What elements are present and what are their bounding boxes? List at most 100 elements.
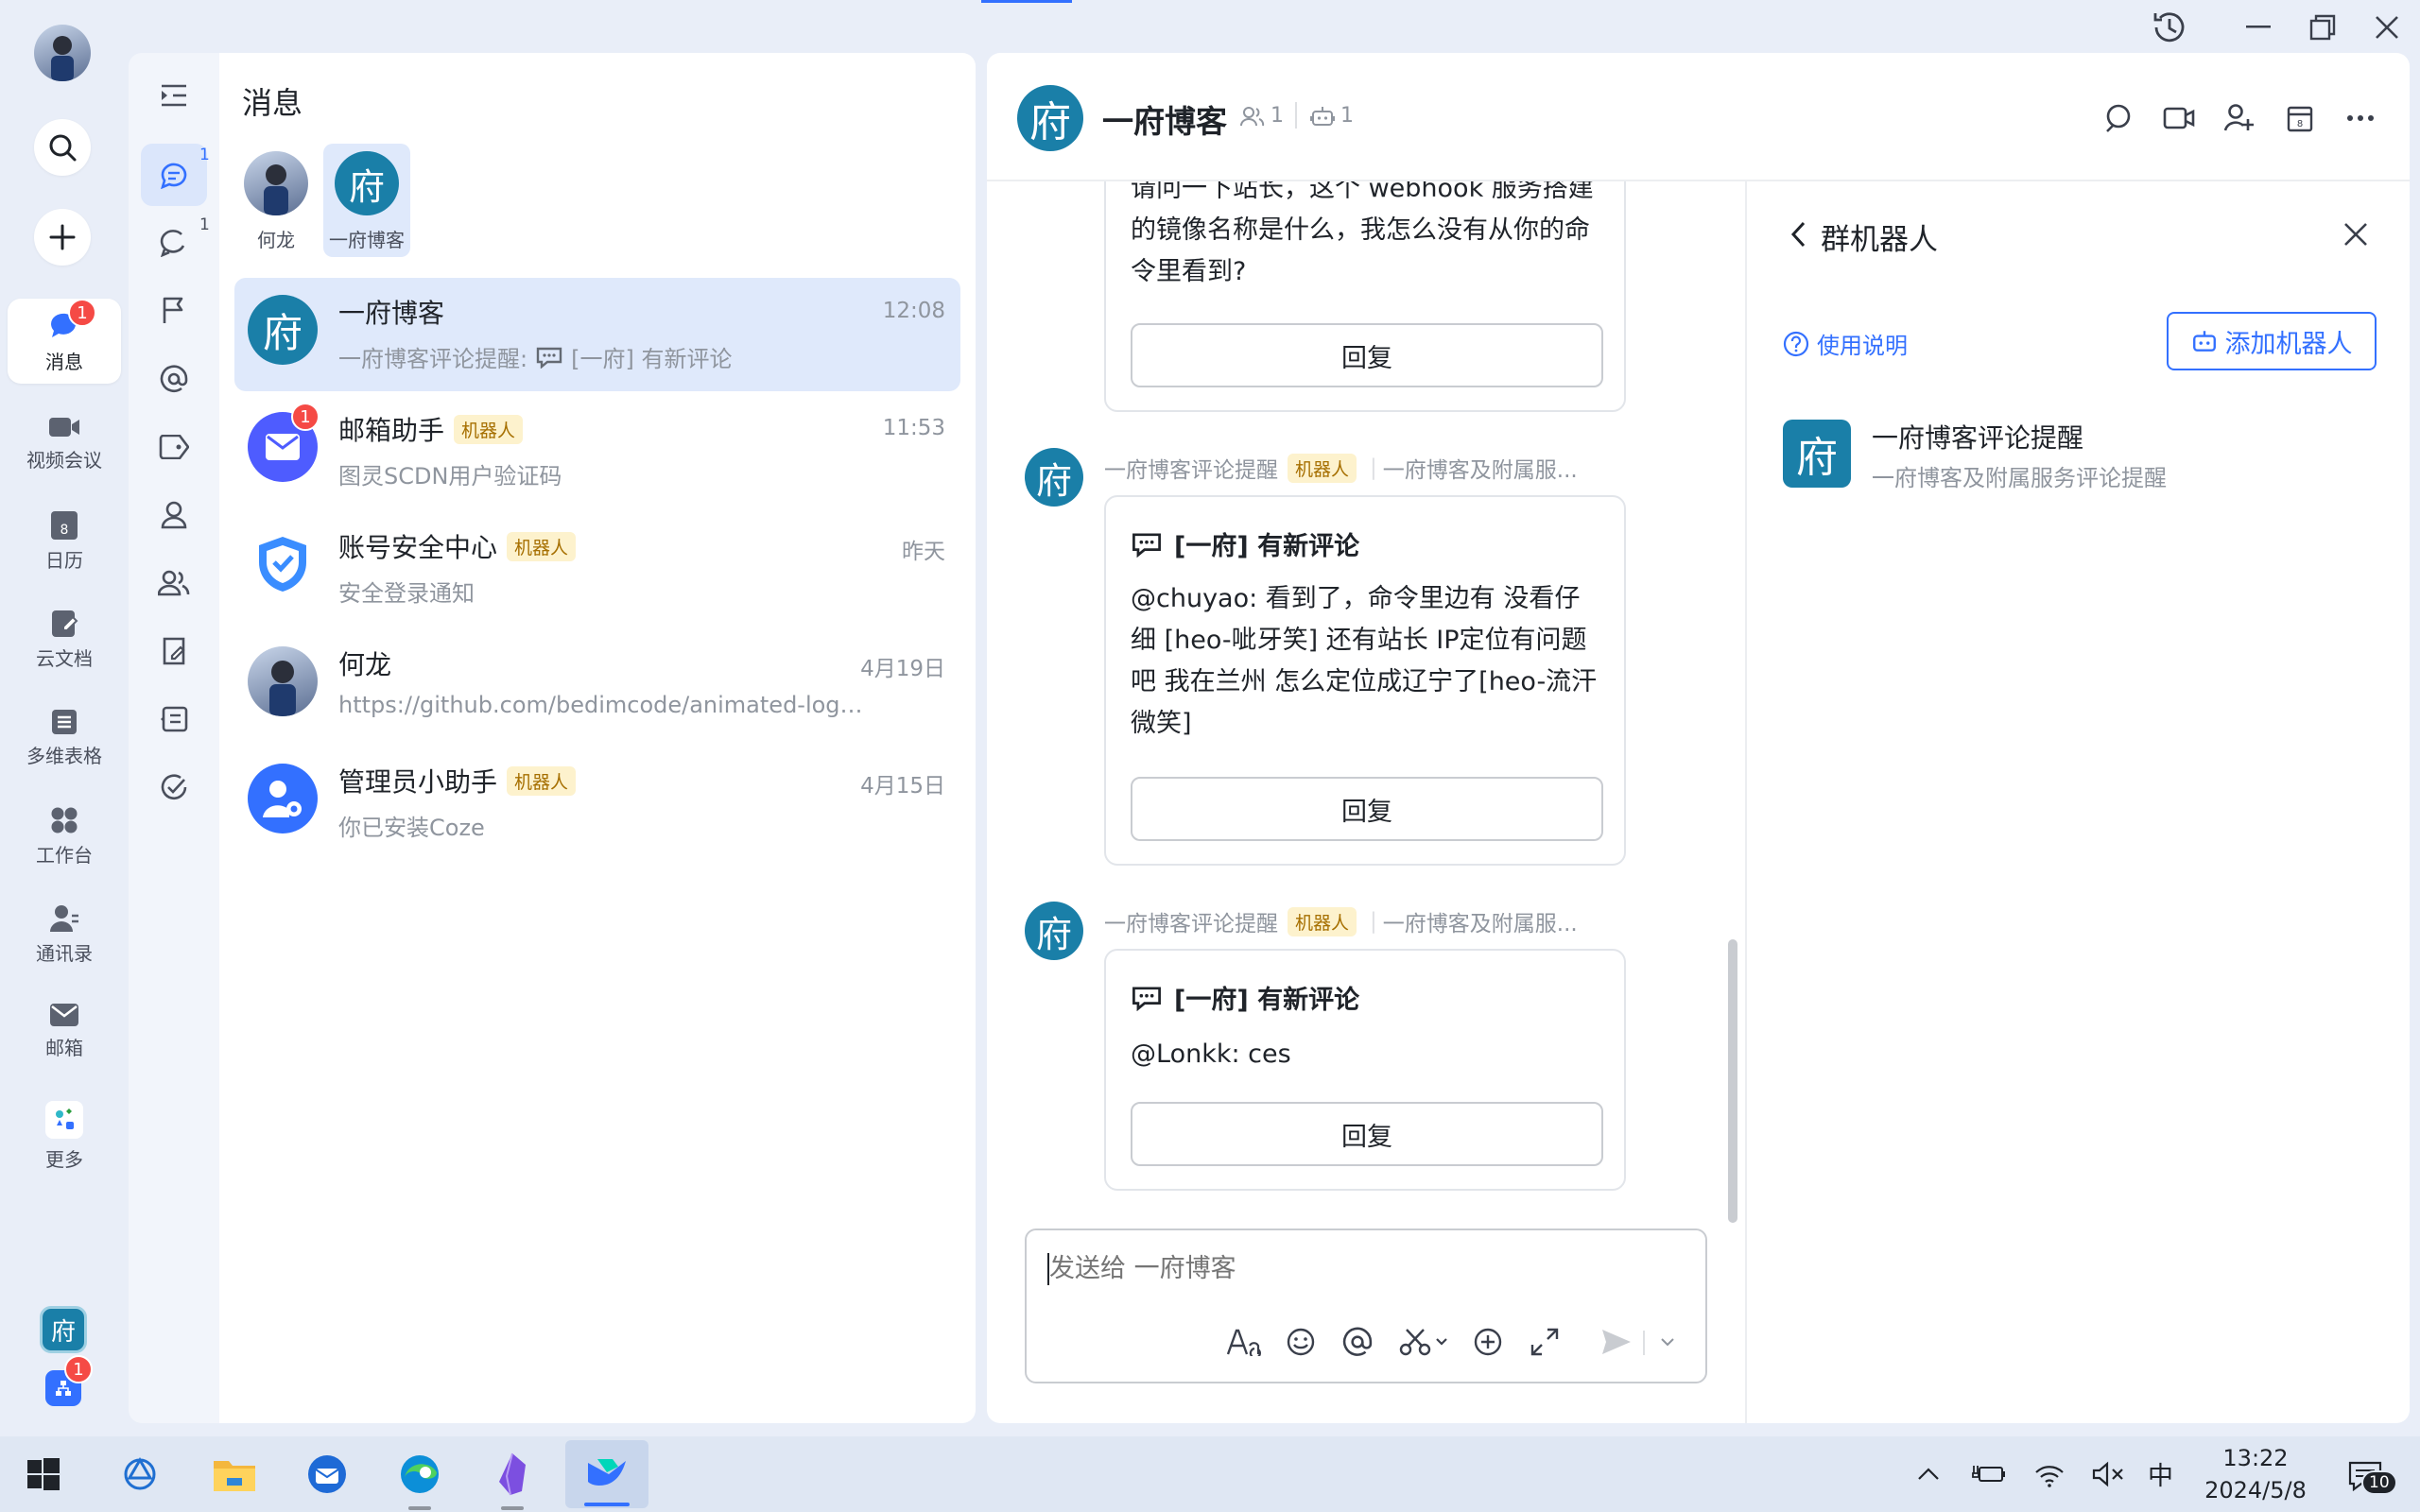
filter-docs[interactable] [141, 620, 207, 682]
emoji-button[interactable] [1280, 1321, 1322, 1363]
restore-button[interactable] [2299, 6, 2346, 49]
org-app-badge: 1 [64, 1355, 93, 1383]
conversation-panel: 消息 何龙 府 一府博客 府 一府博客 12:08 一府博客评论提醒: [一府]… [219, 53, 976, 1423]
member-count[interactable]: 1 [1240, 104, 1284, 128]
user-avatar[interactable] [34, 25, 91, 81]
conversation-item[interactable]: 账号安全中心 机器人 昨天 安全登录通知 [234, 512, 960, 626]
folder-icon [214, 1461, 255, 1491]
create-button[interactable] [34, 209, 91, 266]
reply-button[interactable]: 回复 [1131, 1102, 1603, 1166]
conversation-item[interactable]: 1 邮箱助手 机器人 11:53 图灵SCDN用户验证码 [234, 395, 960, 508]
sender-avatar[interactable]: 府 [1025, 902, 1083, 960]
history-button[interactable] [2146, 6, 2193, 49]
taskbar-obsidian[interactable] [482, 1444, 543, 1510]
tray-overflow-button[interactable] [1910, 1455, 1947, 1493]
nav-video-meeting[interactable]: 视频会议 [8, 401, 121, 486]
usage-guide-link[interactable]: 使用说明 [1783, 327, 1908, 360]
security-center-avatar [248, 529, 318, 599]
volume-muted-icon [2092, 1461, 2123, 1487]
format-text-button[interactable] [1223, 1321, 1265, 1363]
filter-single-chats[interactable] [141, 484, 207, 546]
system-clock[interactable]: 13:22 2024/5/8 [2199, 1442, 2312, 1506]
mention-button[interactable] [1337, 1321, 1378, 1363]
check-circle-icon [161, 774, 187, 800]
pinned-blog-app-icon[interactable]: 府 [40, 1306, 87, 1353]
nav-bitable[interactable]: 多维表格 [8, 696, 121, 781]
reply-button[interactable]: 回复 [1131, 777, 1603, 841]
tray-battery[interactable] [1968, 1455, 2010, 1493]
members-icon [1240, 106, 1265, 126]
conversation-item[interactable]: 府 一府博客 12:08 一府博客评论提醒: [一府] 有新评论 [234, 278, 960, 391]
sender-avatar[interactable]: 府 [1025, 448, 1083, 507]
collapse-sidebar-button[interactable] [141, 64, 207, 127]
pinned-org-app-icon[interactable]: 1 [45, 1355, 93, 1406]
filter-labels[interactable] [141, 416, 207, 478]
close-window-button[interactable] [2363, 6, 2411, 49]
minimize-button[interactable] [2235, 6, 2282, 49]
done-list-icon [161, 706, 188, 732]
nav-contacts[interactable]: 通讯录 [8, 892, 121, 977]
window-drag-indicator [981, 0, 1072, 3]
expand-editor-button[interactable] [1524, 1321, 1565, 1363]
bot-count[interactable]: 1 [1310, 104, 1354, 128]
back-button[interactable] [1783, 215, 1813, 253]
taskbar-thunderbird[interactable] [297, 1444, 357, 1504]
add-bot-button[interactable]: 添加机器人 [2167, 312, 2377, 370]
chat-title[interactable]: 一府博客 [1102, 96, 1227, 142]
conversation-item[interactable]: 何龙 4月19日 https://github.com/bedimcode/an… [234, 629, 960, 743]
group-calendar-button[interactable]: 8 [2280, 98, 2320, 138]
bot-list-item[interactable]: 府 一府博客评论提醒 一府博客及附属服务评论提醒 [1783, 416, 2388, 501]
filter-mentions[interactable] [141, 348, 207, 410]
feishu-icon [588, 1459, 626, 1486]
taskbar-chatgpt[interactable] [110, 1444, 170, 1504]
filter-flagged[interactable] [141, 280, 207, 342]
plus-icon [49, 224, 76, 250]
search-icon [49, 134, 77, 162]
message-filter-sidebar: 1 1 [129, 53, 219, 1423]
unread-badge: 1 [291, 403, 320, 431]
nav-docs[interactable]: 云文档 [8, 597, 121, 682]
more-options-button[interactable] [2341, 98, 2380, 138]
start-button[interactable] [13, 1444, 74, 1504]
conversation-time: 11:53 [882, 416, 945, 440]
taskbar-file-explorer[interactable] [204, 1444, 265, 1504]
pinned-contact[interactable]: 何龙 [236, 147, 316, 257]
video-call-button[interactable] [2159, 98, 2199, 138]
tray-network[interactable] [2029, 1455, 2070, 1493]
add-member-button[interactable] [2220, 98, 2259, 138]
conversation-name: 邮箱助手 机器人 [338, 410, 524, 448]
pinned-group[interactable]: 府 一府博客 [323, 144, 410, 257]
taskbar-feishu[interactable] [565, 1440, 648, 1508]
help-circle-icon [1783, 331, 1809, 356]
calendar-icon: 8 [51, 510, 78, 540]
send-options-button[interactable] [1649, 1325, 1686, 1359]
search-button[interactable] [34, 119, 91, 176]
nav-mail[interactable]: 邮箱 [8, 988, 121, 1074]
chat-group-avatar[interactable]: 府 [1017, 85, 1083, 151]
nav-workplace[interactable]: 工作台 [8, 794, 121, 879]
add-attachment-button[interactable] [1467, 1321, 1509, 1363]
ime-indicator[interactable]: 中 [2148, 1455, 2173, 1492]
reply-button[interactable]: 回复 [1131, 323, 1603, 387]
tray-volume[interactable] [2087, 1455, 2129, 1493]
nav-more[interactable]: 更多 [8, 1089, 121, 1183]
conversation-item[interactable]: 管理员小助手 机器人 4月15日 你已安装Coze [234, 747, 960, 860]
message-scrollbar[interactable] [1728, 939, 1737, 1223]
nav-calendar[interactable]: 8 日历 [8, 499, 121, 584]
send-button[interactable] [1596, 1321, 1637, 1363]
screenshot-button[interactable] [1395, 1321, 1452, 1363]
close-panel-button[interactable] [2337, 215, 2375, 253]
search-chat-button[interactable] [2099, 98, 2138, 138]
filter-done[interactable] [141, 688, 207, 750]
conversation-name: 管理员小助手 机器人 [338, 762, 577, 799]
filter-tasks[interactable] [141, 756, 207, 818]
notification-center-button[interactable]: 10 [2335, 1452, 2397, 1501]
message-input[interactable] [1049, 1247, 1673, 1289]
taskbar-edge[interactable] [389, 1444, 450, 1510]
nav-messages[interactable]: 消息 1 [8, 299, 121, 384]
filter-groups[interactable] [141, 552, 207, 614]
messages-badge: 1 [68, 299, 96, 327]
chat-filter-icon [161, 163, 187, 189]
filter-all-chats[interactable]: 1 [141, 144, 210, 206]
filter-threads[interactable]: 1 [141, 212, 210, 274]
